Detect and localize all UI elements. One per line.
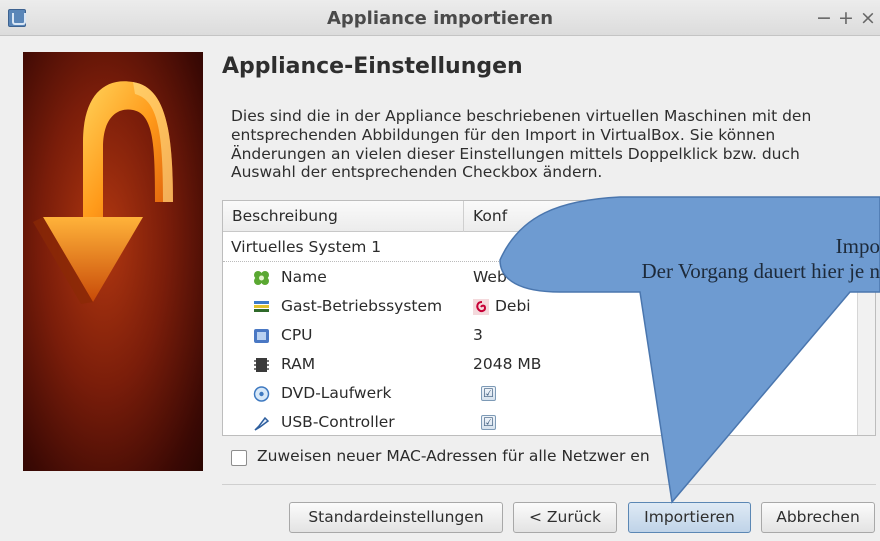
maximize-button[interactable]: + bbox=[836, 7, 856, 29]
usb-checkbox[interactable]: ☑ bbox=[481, 415, 496, 430]
close-button[interactable]: × bbox=[858, 7, 878, 29]
row-value[interactable]: 2048 MB bbox=[473, 355, 541, 373]
mac-address-label[interactable]: Zuweisen neuer MAC-Adressen für alle Net… bbox=[257, 447, 650, 465]
page-heading: Appliance-Einstellungen bbox=[222, 54, 523, 79]
mac-address-checkbox[interactable] bbox=[231, 450, 247, 466]
dvd-checkbox[interactable]: ☑ bbox=[481, 386, 496, 401]
row-label: DVD-Laufwerk bbox=[281, 384, 392, 402]
callout-line-1: Impo bbox=[835, 234, 880, 258]
dvd-icon bbox=[253, 386, 270, 402]
title-bar: Appliance importieren − + × bbox=[0, 0, 880, 36]
system-label: Virtuelles System 1 bbox=[231, 238, 382, 256]
callout-line-2: Der Vorgang dauert hier je n bbox=[641, 259, 880, 283]
defaults-button[interactable]: Standardeinstellungen bbox=[289, 502, 503, 533]
button-separator bbox=[222, 484, 876, 485]
minimize-button[interactable]: − bbox=[814, 7, 834, 29]
table-row[interactable]: USB-Controller ☑ bbox=[223, 408, 857, 437]
row-label: Name bbox=[281, 268, 327, 286]
debian-icon bbox=[473, 299, 489, 315]
row-label: Gast-Betriebssystem bbox=[281, 297, 443, 315]
page-description: Dies sind die in der Appliance beschrieb… bbox=[231, 107, 812, 182]
usb-icon bbox=[254, 416, 270, 431]
row-label: RAM bbox=[281, 355, 316, 373]
os-icon bbox=[254, 301, 269, 312]
row-label: USB-Controller bbox=[281, 413, 395, 431]
column-header-description[interactable]: Beschreibung bbox=[232, 207, 338, 225]
table-row[interactable]: DVD-Laufwerk ☑ bbox=[223, 379, 857, 408]
back-button[interactable]: < Zurück bbox=[513, 502, 617, 533]
cancel-button[interactable]: Abbrechen bbox=[761, 502, 875, 533]
column-separator bbox=[463, 201, 464, 232]
table-row[interactable]: RAM 2048 MB bbox=[223, 350, 857, 379]
name-icon bbox=[254, 271, 269, 285]
row-label: CPU bbox=[281, 326, 313, 344]
table-row[interactable]: CPU 3 bbox=[223, 321, 857, 350]
import-arrow-icon bbox=[33, 81, 173, 304]
window-title: Appliance importieren bbox=[326, 8, 554, 29]
callout-text-area: Impo Der Vorgang dauert hier je n bbox=[500, 197, 880, 292]
table-row[interactable]: Gast-Betriebssystem Debi bbox=[223, 292, 857, 321]
import-button[interactable]: Impo­rtieren bbox=[628, 502, 751, 533]
row-value[interactable]: 3 bbox=[473, 326, 483, 344]
wizard-side-image bbox=[23, 52, 203, 471]
ram-icon bbox=[254, 358, 269, 372]
row-value[interactable]: Debi bbox=[495, 297, 531, 315]
cpu-icon bbox=[254, 329, 269, 343]
